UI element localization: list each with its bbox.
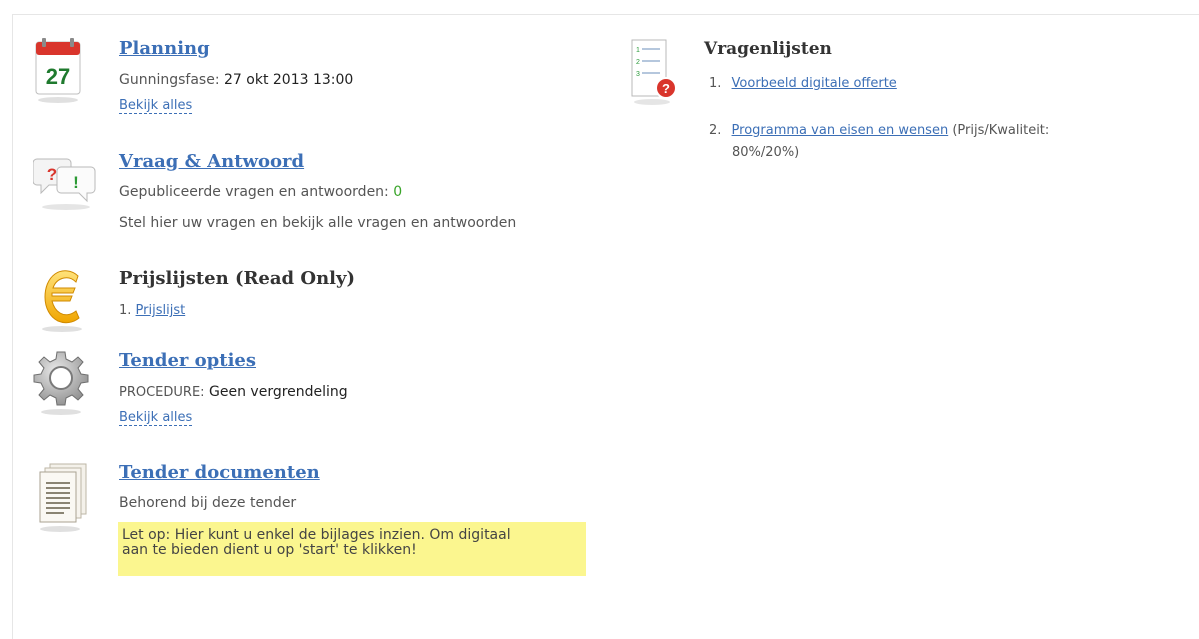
tender-options-title-link[interactable]: Tender opties [119, 350, 256, 371]
pricelists-title: Prijslijsten (Read Only) [119, 268, 355, 289]
pricelist-link[interactable]: Prijslijst [136, 303, 186, 318]
svg-text:2: 2 [636, 59, 640, 66]
planning-phase-label: Gunningsfase: [119, 72, 220, 88]
planning-view-all-link[interactable]: Bekijk alles [119, 98, 193, 114]
questionnaires-title: Vragenlijsten [704, 39, 832, 59]
svg-text:?: ? [47, 165, 57, 184]
tender-documents-title-link[interactable]: Tender documenten [119, 462, 320, 483]
gear-icon [33, 351, 89, 415]
questionnaire-icon: 1 2 3 ? [631, 39, 677, 105]
planning-title-link[interactable]: Planning [119, 38, 210, 59]
questionnaire-item-2-number: 2. [709, 123, 722, 138]
qa-published-count: 0 [393, 184, 403, 200]
question-answer-icon: ? ! [33, 158, 96, 210]
svg-text:!: ! [73, 173, 79, 192]
questionnaire-item-2: 2. Programma van eisen en wensen (Prijs/… [709, 123, 1049, 138]
svg-text:3: 3 [636, 71, 640, 78]
notice-line-1: Let op: Hier kunt u enkel de bijlages in… [122, 527, 511, 543]
tender-options-procedure: PROCEDURE: Geen vergrendeling [119, 384, 348, 400]
pricelist-item: 1. Prijslijst [119, 303, 185, 318]
pricelist-item-number: 1. [119, 303, 132, 318]
questionnaire-item-1-number: 1. [709, 76, 722, 91]
svg-text:27: 27 [46, 64, 70, 89]
tender-documents-subtitle: Behorend bij deze tender [119, 495, 297, 511]
qa-title-link[interactable]: Vraag & Antwoord [119, 151, 304, 172]
euro-icon [42, 270, 82, 332]
questionnaire-item-1: 1. Voorbeeld digitale offerte [709, 76, 897, 91]
qa-published-label: Gepubliceerde vragen en antwoorden: [119, 184, 389, 200]
qa-published: Gepubliceerde vragen en antwoorden: 0 [119, 184, 402, 200]
notice-line-2: aan te bieden dient u op 'start' te klik… [122, 542, 417, 558]
tender-documents-notice: Let op: Hier kunt u enkel de bijlages in… [118, 522, 586, 576]
planning-phase-value: 27 okt 2013 13:00 [224, 72, 354, 88]
planning-phase: Gunningsfase: 27 okt 2013 13:00 [119, 72, 353, 88]
qa-description: Stel hier uw vragen en bekijk alle vrage… [119, 215, 517, 231]
procedure-label: PROCEDURE: [119, 385, 205, 400]
svg-text:?: ? [662, 81, 670, 96]
svg-text:1: 1 [636, 47, 640, 54]
questionnaire-link-2[interactable]: Programma van eisen en wensen [732, 123, 949, 138]
questionnaire-item-2-extra-line2: 80%/20%) [732, 145, 800, 160]
questionnaire-item-2-extra: (Prijs/Kwaliteit: [952, 123, 1050, 138]
procedure-value: Geen vergrendeling [209, 384, 348, 400]
questionnaire-link-1[interactable]: Voorbeeld digitale offerte [732, 76, 897, 91]
calendar-icon: 27 [35, 38, 81, 103]
tender-options-view-all-link[interactable]: Bekijk alles [119, 410, 193, 426]
documents-icon [39, 463, 87, 532]
